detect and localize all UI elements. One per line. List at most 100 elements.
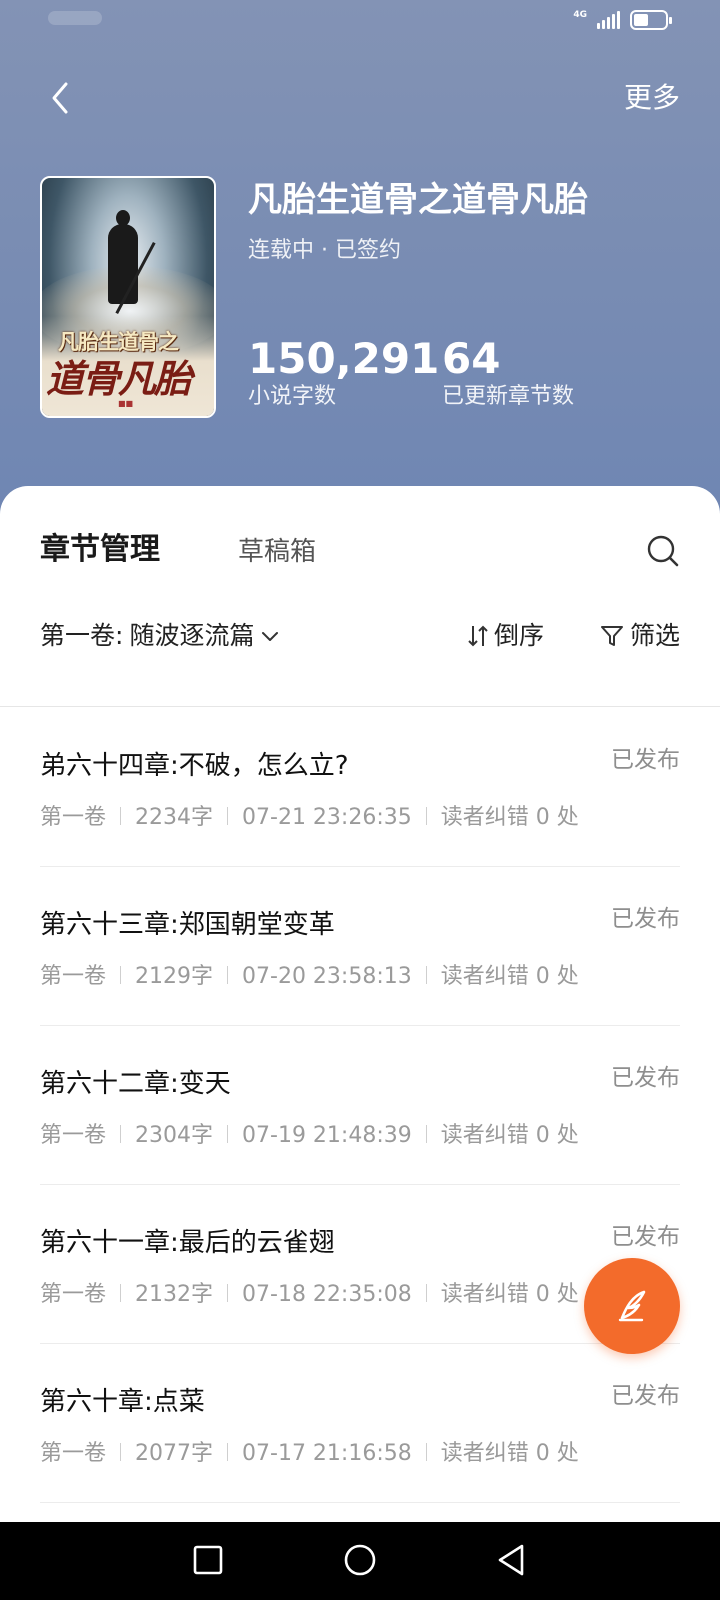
- chapter-row[interactable]: 弟六十四章:不破，怎么立? 已发布第一卷 2234字 07-21 23:26:35 读者…: [40, 708, 680, 867]
- app-screen: 4G 更多 凡胎生道骨之 道骨凡胎 ■■ 凡胎生道骨之道骨凡胎 连载中 · 已签…: [0, 0, 720, 1600]
- chevron-down-icon: [262, 632, 279, 641]
- word-count-label: 小说字数: [248, 384, 337, 409]
- meta-separator: [227, 1443, 229, 1461]
- home-button[interactable]: [340, 1540, 380, 1580]
- chapter-volume: 第一卷: [40, 964, 107, 989]
- search-button[interactable]: [646, 534, 680, 568]
- chapter-volume: 第一卷: [40, 1441, 107, 1466]
- status-bar: 4G: [0, 0, 720, 46]
- system-back-button[interactable]: [492, 1540, 532, 1580]
- word-count-stat: 150,291 小说字数: [248, 336, 439, 412]
- meta-separator: [227, 1284, 229, 1302]
- chapter-meta: 第一卷 2304字 07-19 21:48:39 读者纠错 0 处: [40, 1120, 579, 1152]
- chapter-panel: 章节管理 草稿箱 第一卷: 随波逐流篇 倒序 筛选 弟六十四章:不破，怎么立? …: [0, 486, 720, 1522]
- system-nav-bar: [0, 1522, 720, 1600]
- book-header: 4G 更多 凡胎生道骨之 道骨凡胎 ■■ 凡胎生道骨之道骨凡胎 连载中 · 已签…: [0, 0, 720, 520]
- chapter-title: 弟六十四章:不破，怎么立?: [40, 751, 349, 781]
- chapter-status: 已发布: [611, 906, 680, 932]
- chapter-word-count: 2304字: [135, 1123, 214, 1148]
- chapter-status: 已发布: [611, 1383, 680, 1409]
- chapter-status: 已发布: [611, 1224, 680, 1250]
- chapter-status: 已发布: [611, 747, 680, 773]
- chapter-timestamp: 07-19 21:48:39: [242, 1123, 412, 1148]
- meta-separator: [227, 807, 229, 825]
- meta-separator: [120, 1125, 122, 1143]
- square-icon: [193, 1545, 223, 1575]
- sort-icon: [468, 625, 488, 647]
- chapter-count-stat: 64 已更新章节数: [442, 336, 574, 412]
- chapter-meta: 第一卷 2132字 07-18 22:35:08 读者纠错 0 处: [40, 1279, 579, 1311]
- meta-separator: [425, 1125, 427, 1143]
- meta-separator: [425, 1284, 427, 1302]
- circle-icon: [344, 1544, 376, 1576]
- chapter-volume: 第一卷: [40, 805, 107, 830]
- meta-separator: [120, 966, 122, 984]
- meta-separator: [227, 1125, 229, 1143]
- chapter-row[interactable]: 第六十章:点菜 已发布第一卷 2077字 07-17 21:16:58 读者纠错 0 处: [40, 1344, 680, 1503]
- chapter-timestamp: 07-17 21:16:58: [242, 1441, 412, 1466]
- chapter-title: 第六十二章:变天: [40, 1069, 231, 1099]
- chapter-errata: 读者纠错 0 处: [440, 1441, 579, 1466]
- volume-prefix: 第一卷:: [40, 621, 124, 650]
- cover-publisher-logo: ■■: [118, 399, 134, 408]
- chapter-errata: 读者纠错 0 处: [440, 805, 579, 830]
- meta-separator: [120, 807, 122, 825]
- chapter-volume: 第一卷: [40, 1282, 107, 1307]
- chapter-title: 第六十一章:最后的云雀翅: [40, 1228, 335, 1258]
- chapter-row[interactable]: 第六十二章:变天 已发布 第一卷 2304字 07-19 21:48:39 读者纠错 0 …: [40, 1026, 680, 1185]
- battery-fill: [634, 14, 648, 26]
- meta-separator: [425, 807, 427, 825]
- meta-separator: [227, 966, 229, 984]
- tab-drafts[interactable]: 草稿箱: [238, 532, 316, 572]
- volume-dropdown[interactable]: 第一卷: 随波逐流篇: [40, 618, 280, 654]
- battery-icon: [630, 10, 672, 30]
- chapter-word-count: 2234字: [135, 805, 214, 830]
- filter-button[interactable]: 筛选: [600, 618, 680, 654]
- cover-figure: [108, 210, 138, 304]
- cover-title-main: 道骨凡胎: [46, 356, 192, 401]
- chapter-word-count: 2129字: [135, 964, 214, 989]
- chapter-status: 已发布: [611, 1065, 680, 1091]
- chapter-row[interactable]: 第六十三章:郑国朝堂变革 已发布 第一卷 2129字 07-20 23:58:13 读者纠…: [40, 867, 680, 1026]
- chapter-errata: 读者纠错 0 处: [440, 964, 579, 989]
- triangle-back-icon: [498, 1544, 524, 1576]
- chapter-count-label: 已更新章节数: [442, 384, 575, 409]
- back-button[interactable]: [44, 78, 84, 118]
- book-title: 凡胎生道骨之道骨凡胎: [248, 180, 588, 220]
- chapter-timestamp: 07-20 23:58:13: [242, 964, 412, 989]
- recent-apps-button[interactable]: [188, 1540, 228, 1580]
- chapter-title: 第六十章:点菜: [40, 1387, 205, 1417]
- search-icon: [647, 535, 679, 567]
- chapter-word-count: 2077字: [135, 1441, 214, 1466]
- chapter-meta: 第一卷 2077字 07-17 21:16:58 读者纠错 0 处: [40, 1438, 579, 1470]
- sort-label: 倒序: [494, 621, 545, 650]
- status-time: [48, 10, 102, 28]
- chapter-timestamp: 07-21 23:26:35: [242, 805, 412, 830]
- chapter-meta: 第一卷 2129字 07-20 23:58:13 读者纠错 0 处: [40, 961, 579, 993]
- meta-separator: [120, 1443, 122, 1461]
- more-button[interactable]: 更多: [624, 80, 680, 116]
- book-status: 连载中 · 已签约: [248, 238, 401, 263]
- chapter-row[interactable]: 第六十一章:最后的云雀翅 已发布第一卷 2132字 07-18 22:35:08 读者纠…: [40, 1185, 680, 1344]
- filter-label: 筛选: [629, 621, 680, 650]
- book-cover[interactable]: 凡胎生道骨之 道骨凡胎 ■■: [40, 176, 216, 418]
- write-button[interactable]: [584, 1258, 680, 1354]
- meta-separator: [425, 966, 427, 984]
- quill-pen-icon: [618, 1290, 646, 1322]
- filter-icon: [600, 626, 623, 646]
- toolbar-divider: [0, 706, 720, 707]
- meta-separator: [425, 1443, 427, 1461]
- chapter-errata: 读者纠错 0 处: [440, 1282, 579, 1307]
- tab-chapter-management[interactable]: 章节管理: [40, 530, 160, 570]
- volume-name: 随波逐流篇: [129, 621, 255, 650]
- chapter-list: 弟六十四章:不破，怎么立? 已发布 第一卷 2234字 07-21 23:26:35 读者…: [40, 708, 680, 1503]
- chapter-meta: 第一卷 2234字 07-21 23:26:35 读者纠错 0 处: [40, 802, 579, 834]
- chevron-left-icon: [52, 82, 68, 114]
- word-count-value: 150,291: [248, 334, 440, 383]
- chapter-timestamp: 07-18 22:35:08: [242, 1282, 412, 1307]
- chapter-word-count: 2132字: [135, 1282, 214, 1307]
- sort-button[interactable]: 倒序: [466, 618, 544, 654]
- meta-separator: [120, 1284, 122, 1302]
- chapter-volume: 第一卷: [40, 1123, 107, 1148]
- chapter-count-value: 64: [442, 334, 501, 383]
